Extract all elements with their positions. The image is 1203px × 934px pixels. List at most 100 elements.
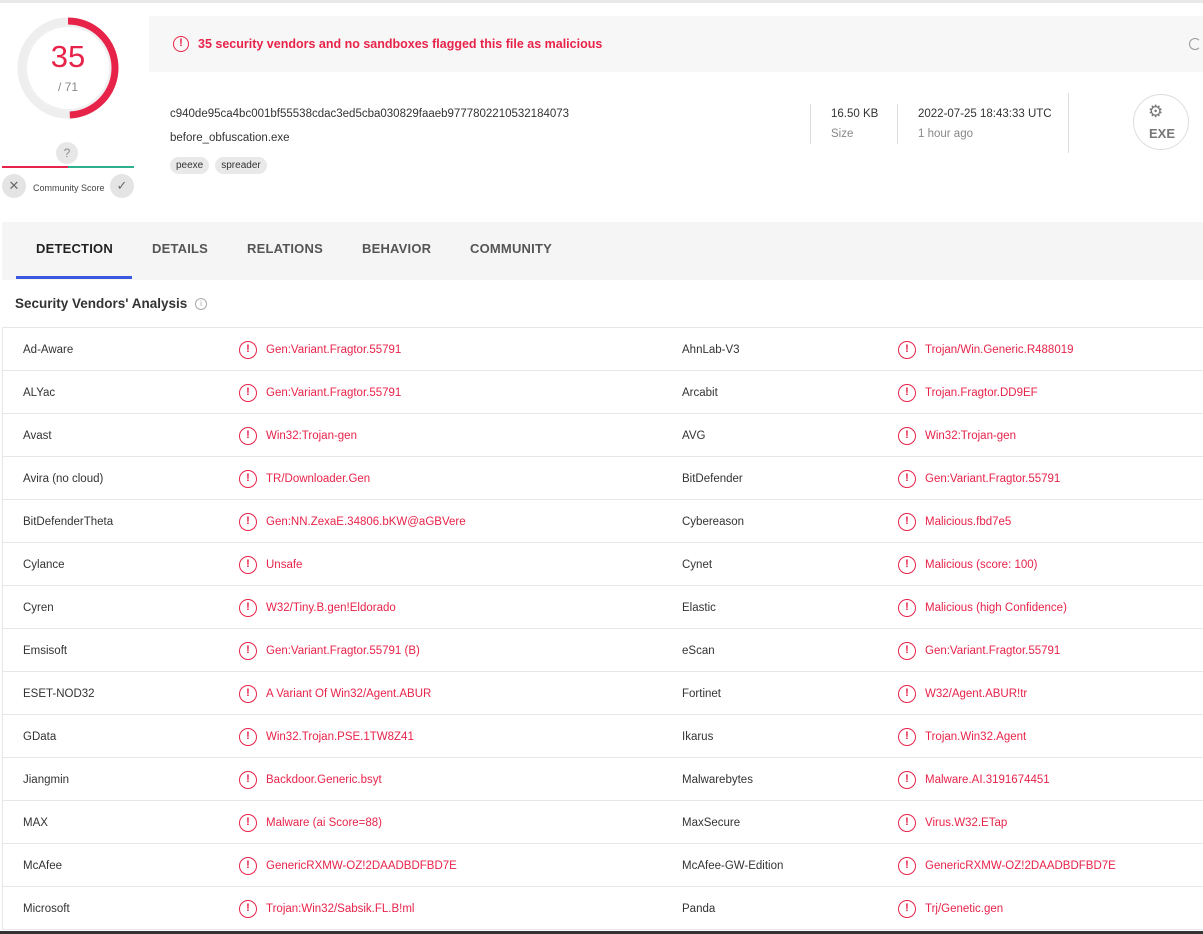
tab-details[interactable]: DETAILS xyxy=(152,241,208,256)
detection-label: Malware (ai Score=88) xyxy=(266,817,383,829)
malicious-alert-icon: ! xyxy=(898,900,916,918)
detection-result: ! Trojan.Fragtor.DD9EF xyxy=(898,384,1038,402)
malicious-alert-icon: ! xyxy=(239,427,257,445)
table-row: BitDefenderTheta ! Gen:NN.ZexaE.34806.bKW@… xyxy=(3,500,1203,543)
detection-result: ! Trojan:Win32/Sabsik.FL.B!ml xyxy=(239,900,414,918)
vendor-analysis-table: Ad-Aware! Gen:Variant.Fragtor.55791 AhnLab… xyxy=(2,327,1203,930)
malicious-alert-icon: ! xyxy=(239,685,257,703)
detection-score-gauge: 35 / 71 xyxy=(14,14,122,122)
engine-total: / 71 xyxy=(57,80,78,94)
vendor-name: Elastic xyxy=(682,602,716,614)
table-row: McAfee! GenericRXMW-OZ!2DAADBDFBD7E McAfee… xyxy=(3,844,1203,887)
file-size-value: 16.50 KB xyxy=(831,108,879,120)
detection-result: ! Trojan.Win32.Agent xyxy=(898,728,1026,746)
detection-result: ! A Variant Of Win32/Agent.ABUR xyxy=(239,685,431,703)
detection-label: Malware.AI.3191674451 xyxy=(925,774,1050,786)
detection-label: Gen:Variant.Fragtor.55791 xyxy=(266,344,402,356)
analysis-date-relative: 1 hour ago xyxy=(918,128,973,140)
detection-result: ! TR/Downloader.Gen xyxy=(239,470,370,488)
community-score-positive-bar xyxy=(68,166,134,168)
detection-label: Malicious (score: 100) xyxy=(925,559,1038,571)
vendor-name: Avira (no cloud) xyxy=(23,473,104,485)
malicious-alert-icon: ! xyxy=(239,599,257,617)
detection-label: GenericRXMW-OZ!2DAADBDFBD7E xyxy=(266,860,457,872)
detection-label: Malicious.fbd7e5 xyxy=(925,516,1012,528)
detection-label: Trojan:Win32/Sabsik.FL.B!ml xyxy=(266,903,415,915)
vendor-name: BitDefenderTheta xyxy=(23,516,114,528)
top-divider xyxy=(0,0,1203,3)
vendor-name: Ad-Aware xyxy=(23,344,74,356)
detection-result: ! W32/Tiny.B.gen!Eldorado xyxy=(239,599,396,617)
malicious-alert-icon: ! xyxy=(898,556,916,574)
vote-malicious-button[interactable]: ✕ xyxy=(2,174,26,198)
detection-result: ! Gen:Variant.Fragtor.55791 xyxy=(239,384,401,402)
detection-result: ! Win32.Trojan.PSE.1TW8Z41 xyxy=(239,728,414,746)
vendor-name: ESET-NOD32 xyxy=(23,688,95,700)
file-type-label: EXE xyxy=(1148,126,1175,141)
file-hash[interactable]: c940de95ca4bc001bf55538cdac3ed5cba030829… xyxy=(170,108,569,120)
detection-result: ! Backdoor.Generic.bsyt xyxy=(239,771,382,789)
vendor-name: Microsoft xyxy=(23,903,70,915)
malicious-alert-icon: ! xyxy=(239,857,257,875)
community-score-question-icon[interactable]: ? xyxy=(56,142,78,164)
vendor-name: Arcabit xyxy=(682,387,718,399)
tab-detection[interactable]: DETECTION xyxy=(36,241,113,256)
vendor-name: BitDefender xyxy=(682,473,743,485)
active-tab-indicator xyxy=(16,276,132,279)
malicious-alert-icon: ! xyxy=(239,513,257,531)
malicious-alert-icon: ! xyxy=(239,728,257,746)
detection-result: ! Win32:Trojan-gen xyxy=(239,427,357,445)
detection-label: Trj/Genetic.gen xyxy=(925,903,1004,915)
section-title: Security Vendors' Analysis xyxy=(15,296,188,311)
divider xyxy=(810,104,811,144)
detection-label: Win32.Trojan.PSE.1TW8Z41 xyxy=(266,731,414,743)
malicious-alert-icon: ! xyxy=(898,642,916,660)
detection-label: Gen:Variant.Fragtor.55791 (B) xyxy=(266,645,420,657)
table-row: Emsisoft! Gen:Variant.Fragtor.55791 (B) eS… xyxy=(3,629,1203,672)
detection-result: ! Malicious (score: 100) xyxy=(898,556,1037,574)
tab-community[interactable]: COMMUNITY xyxy=(470,241,552,256)
table-row: Cyren! W32/Tiny.B.gen!Eldorado Elastic! Mal… xyxy=(3,586,1203,629)
vendor-name: eScan xyxy=(682,645,715,657)
alert-text: 35 security vendors and no sandboxes fla… xyxy=(198,37,603,51)
detection-result: ! Malware.AI.3191674451 xyxy=(898,771,1050,789)
detection-label: Gen:Variant.Fragtor.55791 xyxy=(925,645,1061,657)
malicious-alert-icon: ! xyxy=(898,384,916,402)
malicious-alert-icon: ! xyxy=(898,341,916,359)
info-icon[interactable]: i xyxy=(195,298,207,310)
vendor-name: McAfee xyxy=(23,860,62,872)
tag-peexe[interactable]: peexe xyxy=(170,157,210,174)
detection-label: Gen:Variant.Fragtor.55791 xyxy=(925,473,1061,485)
malicious-alert-icon: ! xyxy=(239,470,257,488)
malicious-alert-icon: ! xyxy=(898,470,916,488)
table-row: ALYac! Gen:Variant.Fragtor.55791 Arcabit! T… xyxy=(3,371,1203,414)
tab-bar: DETECTION DETAILS RELATIONS BEHAVIOR COM… xyxy=(2,222,1203,280)
detection-result: ! Gen:Variant.Fragtor.55791 (B) xyxy=(239,642,420,660)
detection-label: Virus.W32.ETap xyxy=(925,817,1008,829)
file-name: before_obfuscation.exe xyxy=(170,132,290,144)
vote-harmless-button[interactable]: ✓ xyxy=(110,174,134,198)
tab-behavior[interactable]: BEHAVIOR xyxy=(362,241,431,256)
malicious-alert-icon: ! xyxy=(239,341,257,359)
detection-label: Malicious (high Confidence) xyxy=(925,602,1067,614)
malicious-alert-icon: ! xyxy=(239,556,257,574)
tab-relations[interactable]: RELATIONS xyxy=(247,241,323,256)
table-row: ESET-NOD32 ! A Variant Of Win32/Agent.ABUR… xyxy=(3,672,1203,715)
detection-result: ! Win32:Trojan-gen xyxy=(898,427,1016,445)
reanalyze-icon[interactable] xyxy=(1189,38,1201,50)
tag-spreader[interactable]: spreader xyxy=(215,157,267,174)
malicious-alert-icon: ! xyxy=(898,771,916,789)
malicious-alert-icon: ! xyxy=(898,427,916,445)
analysis-date-value: 2022-07-25 18:43:33 UTC xyxy=(918,108,1052,120)
divider xyxy=(1068,93,1069,153)
detection-result: ! Trojan/Win.Generic.R488019 xyxy=(898,341,1074,359)
alert-icon: ! xyxy=(173,36,189,52)
detection-label: Trojan.Fragtor.DD9EF xyxy=(925,387,1038,399)
detection-result: ! Gen:NN.ZexaE.34806.bKW@aGBVere xyxy=(239,513,466,531)
page: 35 / 71 ? ✕ Community Score ✓ ! 35 secur… xyxy=(0,0,1203,934)
detection-label: Trojan.Win32.Agent xyxy=(925,731,1027,743)
vendor-name: McAfee-GW-Edition xyxy=(682,860,784,872)
malicious-alert-icon: ! xyxy=(898,814,916,832)
detection-result: ! Unsafe xyxy=(239,556,302,574)
table-row: Avast! Win32:Trojan-gen AVG! Win32:Trojan-g… xyxy=(3,414,1203,457)
